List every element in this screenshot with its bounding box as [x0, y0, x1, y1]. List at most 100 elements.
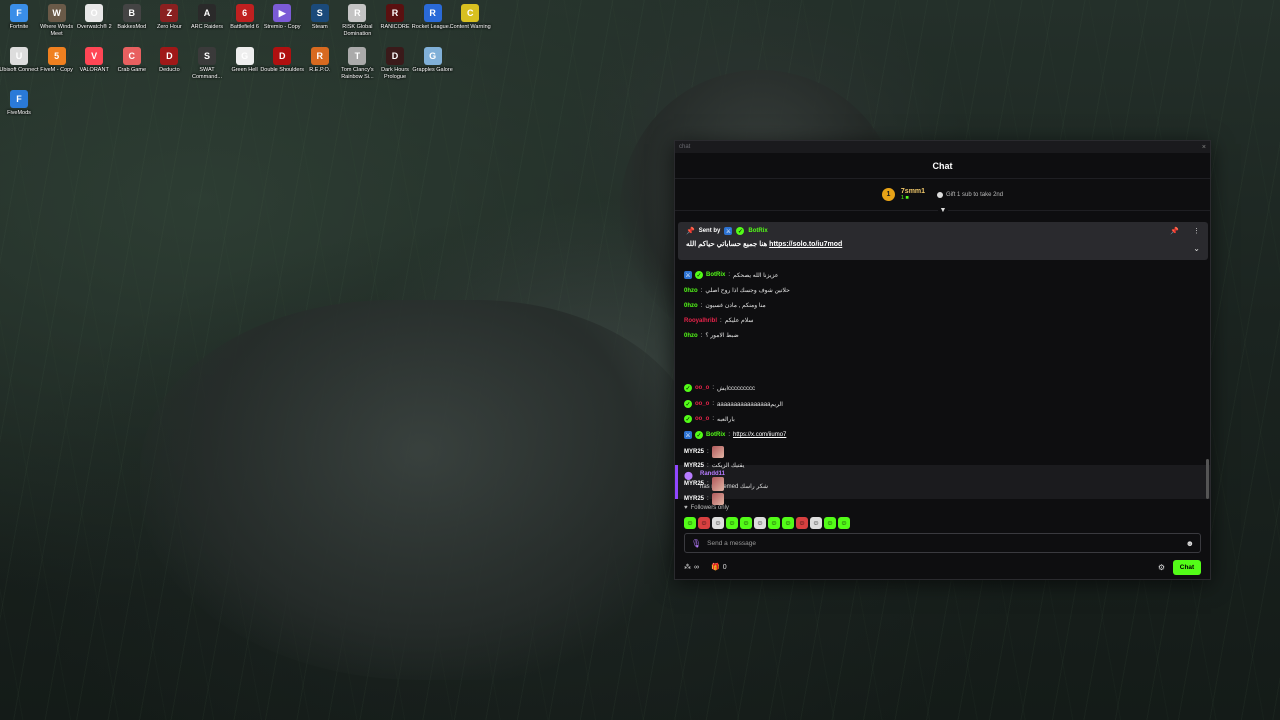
desktop-icon[interactable]: A ARC Raiders — [188, 4, 226, 31]
desktop-icon[interactable]: ▶ Stremio - Copy — [263, 4, 301, 31]
desktop-icon[interactable]: T Tom Clancy's Rainbow Si... — [338, 47, 376, 80]
chat-message: ✓ oo_o: ايشccccccccc — [684, 384, 755, 392]
desktop-icon[interactable]: R RANICORE — [376, 4, 414, 31]
verified-badge-icon: ✓ — [695, 431, 703, 439]
collapse-arrow-icon[interactable]: ▼ — [938, 207, 948, 215]
message-username[interactable]: oo_o — [695, 401, 709, 407]
message-username[interactable]: BotRix — [706, 272, 725, 278]
app-icon: ▶ — [273, 4, 292, 22]
app-icon: S — [198, 47, 216, 65]
desktop-icon[interactable]: U Ubisoft Connect — [0, 47, 39, 74]
pinned-author[interactable]: BotRix — [748, 228, 767, 234]
message-username[interactable]: MYR25 — [684, 496, 704, 502]
emote-button[interactable]: ☺ — [782, 517, 794, 529]
desktop-icon[interactable]: B BakkesMod — [113, 4, 151, 31]
desktop-icon[interactable]: W Where Winds Meet — [38, 4, 76, 37]
send-message-input[interactable] — [707, 539, 1180, 547]
desktop-icon[interactable]: G Grapples Galore — [412, 47, 453, 74]
channel-points[interactable]: ⁂ ∞ — [684, 563, 699, 572]
desktop-icon[interactable]: C Crab Game — [113, 47, 151, 74]
desktop-icon[interactable]: D Deducto — [150, 47, 188, 74]
emote-button[interactable]: ☺ — [810, 517, 822, 529]
emote-button[interactable]: ☺ — [768, 517, 780, 529]
message-username[interactable]: MYR25 — [684, 449, 704, 455]
desktop-icon[interactable]: V VALORANT — [75, 47, 113, 74]
app-icon: D — [273, 47, 292, 65]
desktop-icons: F Fortnite W Where Winds Meet O Overwatch® 2B… — [0, 0, 500, 120]
desktop-icon[interactable]: C Content Warning — [450, 4, 491, 31]
chat-scrollbar[interactable] — [1206, 459, 1209, 499]
chat-title: Chat — [932, 160, 953, 171]
desktop-icon[interactable]: R RISK Global Domination — [338, 4, 376, 37]
pinned-text-body: هنا جميع حساباتي حياكم الله — [686, 241, 770, 248]
chat-message: MYR25: — [684, 493, 724, 505]
pinned-message: 📌 Sent by ⚔ ✓ BotRix هنا جميع حساباتي حي… — [678, 222, 1208, 260]
desktop-icon[interactable]: G Green Hell — [226, 47, 264, 74]
gear-icon[interactable]: ⚙ — [1158, 563, 1165, 572]
emote-button[interactable]: ☺ — [754, 517, 766, 529]
message-username[interactable]: MYR25 — [684, 463, 704, 469]
chat-message: Rooyalhribl: سلام عليكم — [684, 317, 754, 325]
emoji-icon[interactable]: ☻ — [1186, 539, 1194, 548]
message-username[interactable]: MYR25 — [684, 481, 704, 487]
message-username[interactable]: 0hzo — [684, 303, 698, 309]
chat-message: 0hzo: حلاتين شوف وجسك اذا روح اصلي — [684, 287, 790, 295]
close-icon[interactable]: × — [1202, 144, 1206, 151]
app-icon: B — [122, 4, 141, 22]
desktop-icon[interactable]: O Overwatch® 2 — [75, 4, 113, 31]
desktop-icon[interactable]: F Fortnite — [0, 4, 38, 31]
gifter-name[interactable]: 7smm1 — [901, 188, 925, 195]
pin-icon: 📌 — [686, 228, 695, 235]
chat-message: ✓ oo_o: بارالعبه — [684, 415, 735, 423]
desktop-icon[interactable]: S SWAT Command... — [188, 47, 226, 80]
desktop-icon[interactable]: S Steam — [301, 4, 339, 31]
chat-message: ⚔ ✓ BotRix: عزيزنا الله يصحكم — [684, 271, 778, 279]
emote-button[interactable]: ☺ — [684, 517, 696, 529]
microphone-icon[interactable]: 🎙 — [691, 539, 701, 548]
emote-button[interactable]: ☺ — [796, 517, 808, 529]
message-link[interactable]: https://x.com/iiumo7 — [733, 432, 786, 438]
emote-button[interactable]: ☺ — [824, 517, 836, 529]
window-titlebar[interactable]: chat × — [675, 141, 1210, 153]
message-separator: : — [707, 462, 709, 469]
message-username[interactable]: oo_o — [695, 416, 709, 422]
emote-button[interactable]: ☺ — [726, 517, 738, 529]
message-text: بارالعبه — [717, 416, 735, 423]
emote-button[interactable]: ☺ — [712, 517, 724, 529]
app-icon: R — [423, 4, 442, 22]
desktop-icon[interactable]: R R.E.P.O. — [301, 47, 339, 74]
emote-image — [711, 493, 724, 505]
app-icon: S — [310, 4, 329, 22]
pinned-link[interactable]: https://solo.to/iu7mod — [769, 241, 842, 248]
app-icon: G — [235, 47, 254, 65]
emote-button[interactable]: ☺ — [740, 517, 752, 529]
bot-badge-icon: ⚔ — [684, 431, 692, 439]
gift-counter[interactable]: 🎁 0 — [711, 563, 727, 572]
message-separator: : — [728, 432, 731, 438]
emote-button[interactable]: ☺ — [698, 517, 710, 529]
emote-button[interactable]: ☺ — [838, 517, 850, 529]
more-options-icon[interactable]: ⋮ — [1193, 227, 1200, 235]
desktop-icon[interactable]: Z Zero Hour — [150, 4, 188, 31]
message-username[interactable]: 0hzo — [684, 333, 698, 339]
message-username[interactable]: Rooyalhribl — [684, 318, 717, 324]
app-icon: F — [10, 4, 28, 22]
message-username[interactable]: oo_o — [695, 385, 709, 391]
gift-hint[interactable]: Gift 1 sub to take 2nd — [937, 191, 1003, 198]
message-text: سلام عليكم — [724, 318, 754, 324]
chevron-down-icon[interactable]: ⌄ — [1193, 244, 1200, 253]
desktop-icon[interactable]: 6 Battlefield 6 — [226, 4, 264, 31]
desktop-icon[interactable]: R Rocket League... — [412, 4, 453, 31]
chat-message: MYR25: — [684, 446, 724, 458]
app-icon: C — [122, 47, 141, 65]
message-username[interactable]: BotRix — [706, 432, 725, 438]
desktop-icon[interactable]: 5 FiveM - Copy — [38, 47, 76, 74]
unpin-icon[interactable]: 📌 — [1170, 227, 1179, 235]
pinned-actions: 📌 ⋮ — [1170, 227, 1200, 235]
desktop-icon[interactable]: F FiveMods — [0, 90, 38, 117]
desktop-icon[interactable]: D Double Shoulders — [260, 47, 304, 74]
chat-send-button[interactable]: Chat — [1173, 559, 1201, 575]
message-text: حلاتين شوف وجسك اذا روح اصلي — [705, 288, 790, 294]
desktop-icon[interactable]: D Dark Hours Prologue — [376, 47, 414, 80]
message-username[interactable]: 0hzo — [684, 288, 698, 294]
